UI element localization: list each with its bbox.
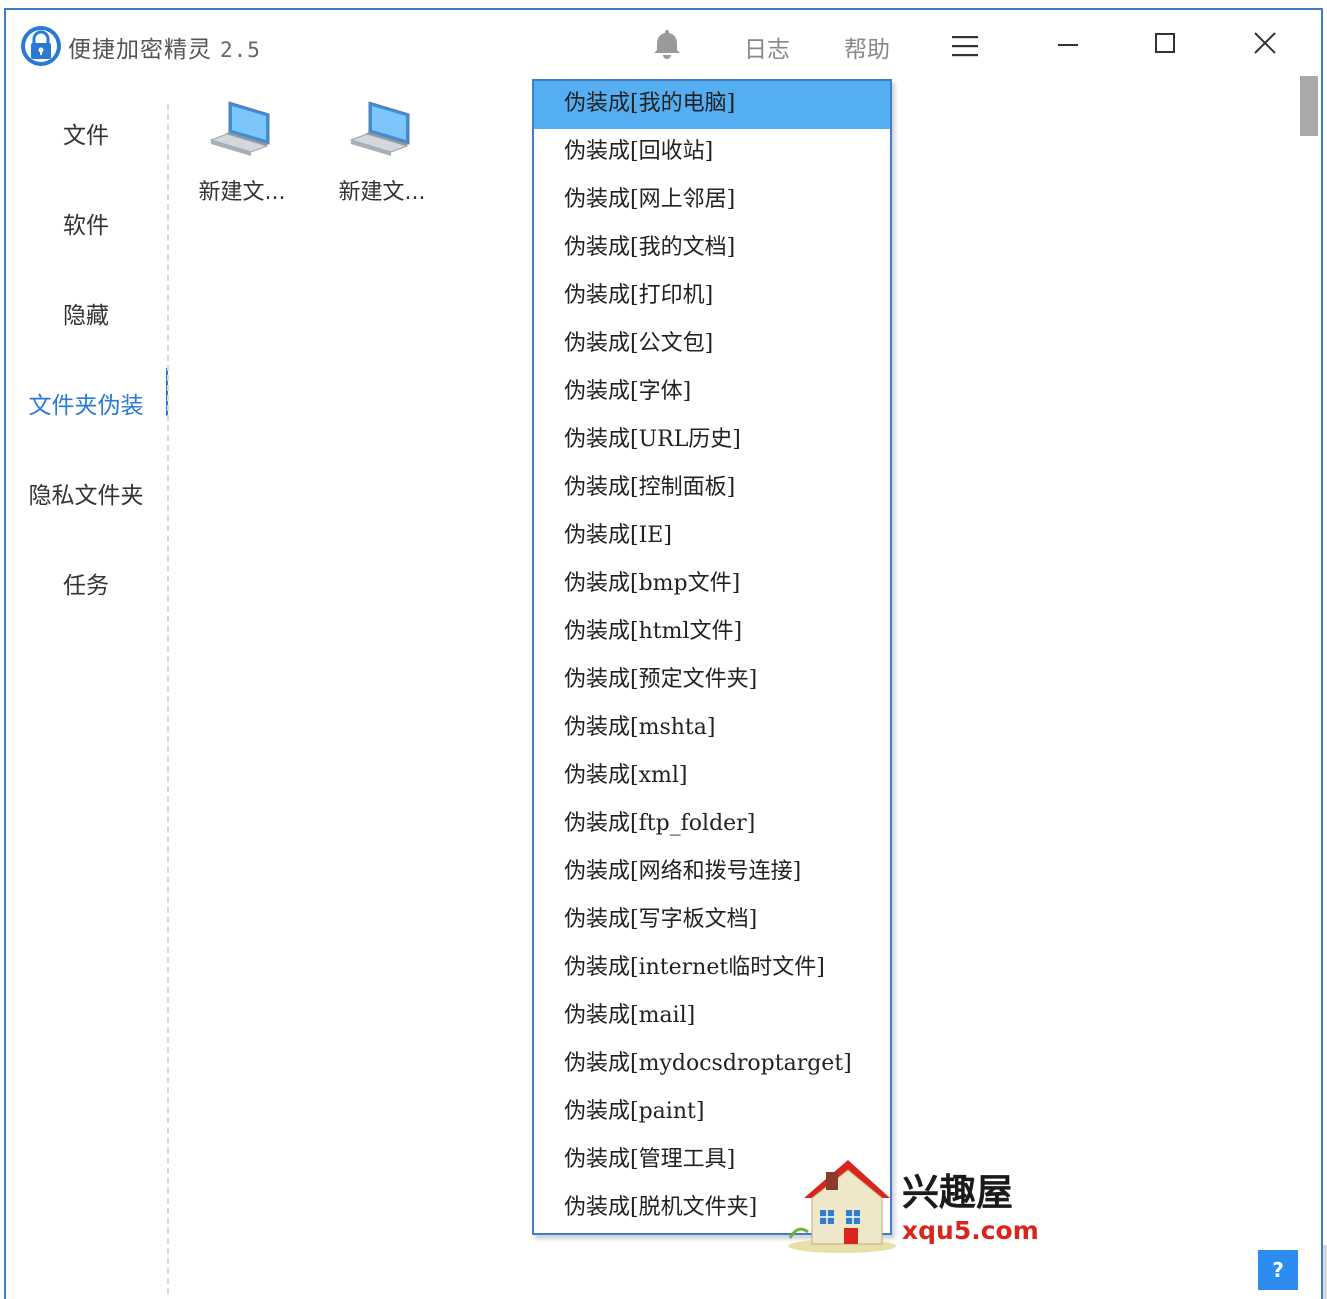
sidebar-item-software[interactable]: 软件	[6, 206, 166, 240]
app-name: 便捷加密精灵	[68, 37, 212, 63]
computer-icon	[349, 101, 410, 156]
dropdown-option[interactable]: 伪装成[mshta]	[534, 705, 890, 753]
sidebar-item-hide[interactable]: 隐藏	[6, 296, 166, 330]
watermark-url: xqu5.com	[902, 1216, 1039, 1245]
computer-icon	[209, 101, 270, 156]
folder-label: 新建文...	[338, 180, 426, 205]
dropdown-option[interactable]: 伪装成[我的电脑]	[534, 81, 890, 129]
sidebar-item-tasks[interactable]: 任务	[6, 566, 166, 600]
log-link[interactable]: 日志	[744, 30, 790, 64]
dropdown-option[interactable]: 伪装成[网络和拨号连接]	[534, 849, 890, 897]
minimize-icon[interactable]	[1054, 28, 1084, 58]
close-icon[interactable]	[1250, 28, 1280, 58]
folder-item[interactable]: 新建文...	[182, 100, 302, 206]
scrollbar-thumb[interactable]	[1300, 76, 1318, 136]
dropdown-option[interactable]: 伪装成[回收站]	[534, 129, 890, 177]
sidebar-item-private-folder[interactable]: 隐私文件夹	[6, 476, 166, 510]
dropdown-option[interactable]: 伪装成[mail]	[534, 993, 890, 1041]
dropdown-option[interactable]: 伪装成[html文件]	[534, 609, 890, 657]
lock-logo-icon	[21, 26, 61, 66]
watermark-name: 兴趣屋	[902, 1171, 1013, 1214]
maximize-icon[interactable]	[1151, 28, 1181, 58]
sidebar-item-folder-disguise[interactable]: 文件夹伪装	[6, 386, 166, 420]
window-edge	[1323, 1245, 1327, 1299]
bell-icon[interactable]	[652, 27, 682, 59]
dropdown-option[interactable]: 伪装成[网上邻居]	[534, 177, 890, 225]
dropdown-option[interactable]: 伪装成[我的文档]	[534, 225, 890, 273]
dropdown-option[interactable]: 伪装成[IE]	[534, 513, 890, 561]
app-title: 便捷加密精灵 2.5	[68, 30, 261, 64]
app-version: 2.5	[220, 38, 261, 62]
dropdown-option[interactable]: 伪装成[写字板文档]	[534, 897, 890, 945]
title-bar: 便捷加密精灵 2.5 日志 帮助	[6, 10, 1321, 78]
dropdown-option[interactable]: 伪装成[字体]	[534, 369, 890, 417]
sidebar-divider	[167, 104, 169, 1294]
watermark: 兴趣屋 xqu5.com	[786, 1150, 1039, 1258]
sidebar: 文件 软件 隐藏 文件夹伪装 隐私文件夹 任务	[6, 78, 168, 1298]
dropdown-option[interactable]: 伪装成[mydocsdroptarget]	[534, 1041, 890, 1089]
dropdown-option[interactable]: 伪装成[ftp_folder]	[534, 801, 890, 849]
dropdown-option[interactable]: 伪装成[bmp文件]	[534, 561, 890, 609]
help-button[interactable]: ?	[1258, 1250, 1298, 1290]
dropdown-option[interactable]: 伪装成[URL历史]	[534, 417, 890, 465]
dropdown-option[interactable]: 伪装成[paint]	[534, 1089, 890, 1137]
dropdown-option[interactable]: 伪装成[打印机]	[534, 273, 890, 321]
folder-item[interactable]: 新建文...	[322, 100, 442, 206]
folder-label: 新建文...	[198, 180, 286, 205]
help-link[interactable]: 帮助	[844, 30, 890, 64]
hamburger-menu-icon[interactable]	[952, 35, 980, 57]
dropdown-option[interactable]: 伪装成[控制面板]	[534, 465, 890, 513]
dropdown-option[interactable]: 伪装成[internet临时文件]	[534, 945, 890, 993]
dropdown-option[interactable]: 伪装成[xml]	[534, 753, 890, 801]
house-logo-icon	[788, 1160, 896, 1253]
disguise-type-dropdown: 伪装成[我的电脑] 伪装成[回收站] 伪装成[网上邻居] 伪装成[我的文档] 伪装成[打…	[532, 79, 892, 1235]
sidebar-item-files[interactable]: 文件	[6, 116, 166, 150]
dropdown-option[interactable]: 伪装成[公文包]	[534, 321, 890, 369]
dropdown-option[interactable]: 伪装成[预定文件夹]	[534, 657, 890, 705]
